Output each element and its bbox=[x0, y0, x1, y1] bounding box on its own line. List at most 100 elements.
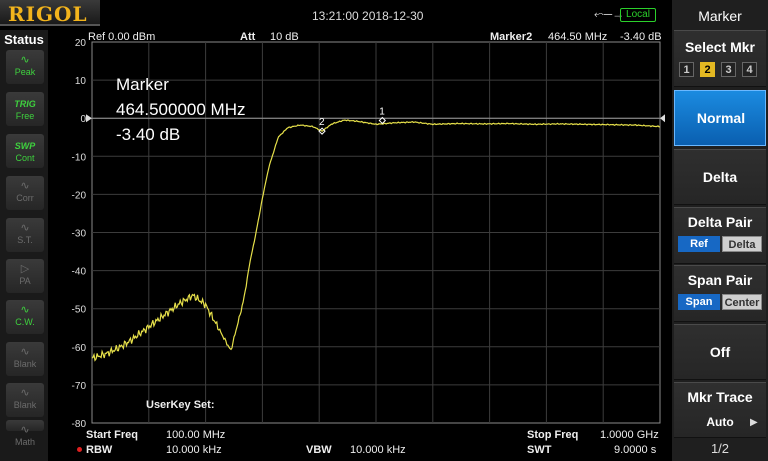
status-pa-label: PA bbox=[19, 276, 31, 286]
marker2-level: -3.40 dB bbox=[620, 31, 662, 43]
status-blank-2-button[interactable]: ∿ Blank bbox=[6, 383, 44, 417]
y-tick-label: -70 bbox=[72, 381, 87, 392]
status-trig-button[interactable]: TRIG Free bbox=[6, 92, 44, 126]
rbw-value: 10.000 kHz bbox=[166, 444, 222, 456]
y-tick-label: -50 bbox=[72, 305, 87, 316]
delta-pair-ref-option[interactable]: Ref bbox=[678, 236, 720, 252]
delta-pair-delta-option[interactable]: Delta bbox=[722, 236, 762, 252]
datetime: 13:21:00 2018-12-30 bbox=[312, 9, 424, 23]
y-tick-label: -20 bbox=[72, 190, 87, 201]
status-title: Status bbox=[4, 32, 44, 47]
status-math-button[interactable]: ∿ Math bbox=[6, 420, 44, 447]
marker-readout: Marker 464.500000 MHz -3.40 dB bbox=[116, 72, 245, 147]
status-trig-icon: TRIG bbox=[14, 99, 36, 109]
y-tick-label: 20 bbox=[75, 38, 87, 49]
span-pair-key[interactable]: Span Pair Span Center bbox=[674, 265, 766, 322]
status-cw-label: C.W. bbox=[15, 317, 35, 327]
select-mkr-option-4[interactable]: 4 bbox=[742, 62, 757, 77]
status-st-label: S.T. bbox=[17, 235, 33, 245]
status-peak-icon: ∿ bbox=[20, 54, 30, 66]
y-tick-label: 0 bbox=[80, 114, 86, 125]
marker-1-label: 1 bbox=[379, 106, 385, 117]
ref-level-arrow-right-icon bbox=[660, 114, 665, 123]
marker2-label: Marker2 bbox=[490, 31, 533, 43]
normal-key[interactable]: Normal bbox=[674, 90, 766, 146]
status-st-icon: ∿ bbox=[20, 222, 30, 234]
swt-value: 9.0000 s bbox=[614, 444, 657, 456]
status-trig-label: Free bbox=[15, 111, 35, 121]
status-blank-1-icon: ∿ bbox=[20, 346, 30, 358]
status-pa-icon: ▷ bbox=[20, 263, 30, 275]
rigol-logo: RIGOL bbox=[0, 0, 100, 26]
local-badge[interactable]: Local bbox=[620, 8, 656, 22]
marker-2-label: 2 bbox=[319, 117, 325, 128]
span-pair-span-option[interactable]: Span bbox=[678, 294, 720, 310]
top-bar: RIGOL 13:21:00 2018-12-30 ⬿─→ Local bbox=[0, 0, 672, 30]
status-swp-button[interactable]: SWP Cont bbox=[6, 134, 44, 168]
select-mkr-label: Select Mkr bbox=[684, 39, 756, 55]
normal-label: Normal bbox=[696, 110, 746, 126]
span-pair-label: Span Pair bbox=[687, 272, 753, 288]
y-tick-label: -30 bbox=[72, 229, 87, 240]
select-mkr-option-1[interactable]: 1 bbox=[679, 62, 694, 77]
status-corr-icon: ∿ bbox=[20, 180, 30, 192]
off-label: Off bbox=[709, 344, 731, 360]
status-blank-2-label: Blank bbox=[13, 400, 37, 410]
status-panel: Status ∿ Peak TRIG Free SWP Cont ∿ Corr ∿ S.T. ▷ PA… bbox=[0, 30, 48, 461]
status-blank-2-icon: ∿ bbox=[20, 387, 30, 399]
swt-label: SWT bbox=[527, 444, 552, 456]
status-cw-button[interactable]: ∿ C.W. bbox=[6, 300, 44, 334]
ref-level-arrow-icon bbox=[86, 114, 92, 123]
start-freq-value: 100.00 MHz bbox=[166, 429, 226, 441]
status-math-label: Math bbox=[14, 437, 35, 447]
start-freq-label: Start Freq bbox=[86, 429, 138, 441]
status-peak-label: Peak bbox=[14, 67, 36, 77]
off-key[interactable]: Off bbox=[674, 324, 766, 380]
vbw-value: 10.000 kHz bbox=[350, 444, 406, 456]
dropdown-arrow-icon: ▶ bbox=[750, 417, 758, 428]
rbw-label: RBW bbox=[86, 444, 113, 456]
status-cw-icon: ∿ bbox=[20, 304, 30, 316]
status-pa-button[interactable]: ▷ PA bbox=[6, 259, 44, 293]
status-peak-button[interactable]: ∿ Peak bbox=[6, 50, 44, 84]
y-tick-label: -10 bbox=[72, 152, 87, 163]
status-st-button[interactable]: ∿ S.T. bbox=[6, 218, 44, 252]
status-corr-label: Corr bbox=[16, 193, 34, 203]
att-label: Att bbox=[240, 31, 256, 43]
status-blank-1-button[interactable]: ∿ Blank bbox=[6, 342, 44, 376]
y-tick-label: 10 bbox=[75, 76, 87, 87]
stop-freq-value: 1.0000 GHz bbox=[600, 429, 659, 441]
userkey-label: UserKey Set: bbox=[146, 399, 215, 411]
mkr-trace-key[interactable]: Mkr Trace Auto ▶ bbox=[674, 382, 766, 438]
mkr-trace-label: Mkr Trace bbox=[687, 389, 753, 405]
select-mkr-option-3[interactable]: 3 bbox=[721, 62, 736, 77]
sweep-settings: Start Freq 100.00 MHz RBW 10.000 kHz VBW… bbox=[48, 427, 672, 461]
span-pair-center-option[interactable]: Center bbox=[722, 294, 762, 310]
delta-label: Delta bbox=[702, 169, 738, 185]
att-value: 10 dB bbox=[270, 31, 299, 43]
status-math-icon: ∿ bbox=[20, 424, 30, 436]
menu-title: Marker bbox=[698, 8, 742, 24]
y-tick-label: -60 bbox=[72, 343, 87, 354]
vbw-label: VBW bbox=[306, 444, 332, 456]
status-swp-icon: SWP bbox=[14, 141, 36, 151]
ref-level: Ref 0.00 dBm bbox=[88, 31, 156, 43]
softkey-menu: Marker Select Mkr 1234 Normal Delta Delt… bbox=[672, 0, 768, 461]
marker2-freq: 464.50 MHz bbox=[548, 31, 608, 43]
stop-freq-label: Stop Freq bbox=[527, 429, 579, 441]
delta-pair-key[interactable]: Delta Pair Ref Delta bbox=[674, 207, 766, 264]
status-swp-label: Cont bbox=[15, 153, 35, 163]
delta-pair-label: Delta Pair bbox=[687, 214, 753, 230]
status-blank-1-label: Blank bbox=[13, 359, 37, 369]
y-tick-label: -40 bbox=[72, 267, 87, 278]
select-mkr-option-2[interactable]: 2 bbox=[700, 62, 715, 77]
delta-key[interactable]: Delta bbox=[674, 149, 766, 205]
marker-readout-freq: 464.500000 MHz bbox=[116, 100, 246, 119]
marker-readout-level: -3.40 dB bbox=[116, 125, 181, 144]
status-corr-button[interactable]: ∿ Corr bbox=[6, 176, 44, 210]
select-mkr-key[interactable]: Select Mkr bbox=[674, 30, 766, 87]
marker-readout-title: Marker bbox=[116, 75, 169, 94]
page-indicator[interactable]: 1/2 bbox=[672, 441, 768, 456]
logo-text: RIGOL bbox=[8, 2, 88, 26]
rbw-indicator-icon bbox=[77, 447, 82, 452]
